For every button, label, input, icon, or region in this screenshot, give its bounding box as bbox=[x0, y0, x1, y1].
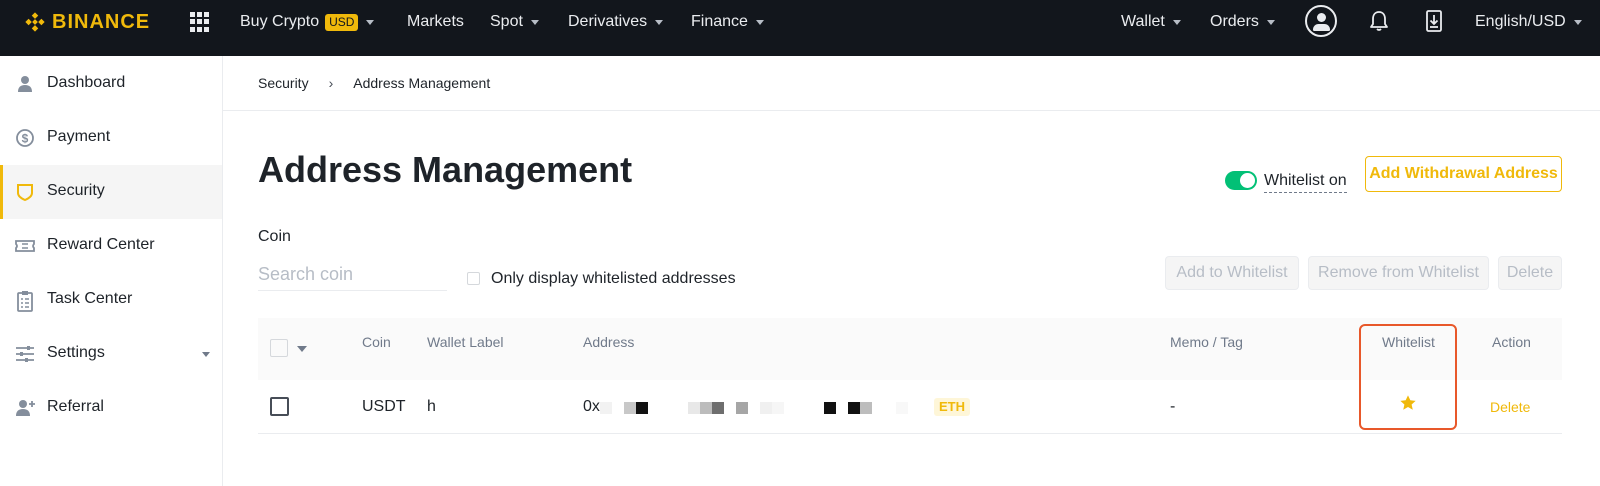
nav-orders[interactable]: Orders bbox=[1210, 12, 1275, 32]
nav-spot[interactable]: Spot bbox=[490, 12, 539, 32]
delete-selected-button[interactable]: Delete bbox=[1498, 256, 1562, 290]
svg-text:$: $ bbox=[22, 132, 29, 146]
whitelist-toggle-label[interactable]: Whitelist on bbox=[1264, 172, 1347, 193]
sliders-icon bbox=[14, 344, 36, 364]
row-delete-link[interactable]: Delete bbox=[1490, 399, 1530, 415]
shield-icon bbox=[14, 182, 36, 202]
dollar-icon: $ bbox=[14, 128, 36, 148]
nav-finance-label: Finance bbox=[691, 13, 748, 30]
nav-finance[interactable]: Finance bbox=[691, 12, 764, 32]
profile-icon[interactable] bbox=[1305, 5, 1337, 37]
user-icon bbox=[14, 74, 36, 94]
nav-wallet-label: Wallet bbox=[1121, 13, 1165, 30]
sidebar-item-label: Dashboard bbox=[47, 74, 126, 91]
add-user-icon bbox=[14, 398, 36, 418]
network-tag: ETH bbox=[934, 398, 970, 416]
chevron-down-icon bbox=[1172, 19, 1181, 25]
nav-markets-label: Markets bbox=[407, 13, 464, 30]
header-divider bbox=[223, 110, 1600, 111]
chevron-down-icon bbox=[755, 19, 764, 25]
nav-wallet[interactable]: Wallet bbox=[1121, 12, 1181, 32]
redacted-address bbox=[600, 402, 908, 414]
sidebar-item-label: Referral bbox=[47, 398, 104, 415]
sidebar-item-reward-center[interactable]: Reward Center bbox=[0, 219, 222, 273]
breadcrumb: Security › Address Management bbox=[258, 75, 490, 91]
sidebar-item-payment[interactable]: $ Payment bbox=[0, 111, 222, 165]
whitelist-column-highlight bbox=[1359, 324, 1457, 430]
sidebar-item-label: Settings bbox=[47, 344, 105, 361]
add-withdrawal-address-button[interactable]: Add Withdrawal Address bbox=[1365, 156, 1562, 192]
row-checkbox[interactable] bbox=[270, 397, 289, 416]
sidebar-item-label: Task Center bbox=[47, 290, 133, 307]
sidebar-item-dashboard[interactable]: Dashboard bbox=[0, 57, 222, 111]
nav-spot-label: Spot bbox=[490, 13, 523, 30]
sidebar-item-label: Reward Center bbox=[47, 236, 155, 253]
sidebar: Dashboard $ Payment Security Reward Cent… bbox=[0, 56, 223, 486]
sidebar-item-task-center[interactable]: Task Center bbox=[0, 273, 222, 327]
clipboard-icon bbox=[14, 290, 36, 312]
binance-logo[interactable]: BINANCE bbox=[24, 9, 150, 35]
nav-derivatives-label: Derivatives bbox=[568, 13, 648, 30]
bell-icon[interactable] bbox=[1369, 10, 1389, 32]
remove-from-whitelist-button[interactable]: Remove from Whitelist bbox=[1308, 256, 1489, 290]
top-navbar: BINANCE Buy Crypto USD Markets Spot Deri… bbox=[0, 0, 1600, 56]
whitelist-toggle[interactable] bbox=[1225, 171, 1257, 190]
column-header-coin: Coin bbox=[362, 334, 391, 350]
page-title: Address Management bbox=[258, 149, 633, 190]
nav-orders-label: Orders bbox=[1210, 13, 1259, 30]
row-wallet-label: h bbox=[427, 398, 436, 415]
chevron-right-icon: › bbox=[328, 75, 334, 91]
chevron-down-icon bbox=[366, 19, 375, 25]
column-header-memo-tag: Memo / Tag bbox=[1170, 334, 1243, 350]
ticket-icon bbox=[14, 236, 36, 256]
sidebar-item-label: Payment bbox=[47, 128, 111, 145]
row-coin: USDT bbox=[362, 398, 406, 415]
brand-name: BINANCE bbox=[52, 10, 151, 33]
sidebar-item-label: Security bbox=[47, 182, 105, 199]
usd-badge: USD bbox=[325, 13, 359, 31]
breadcrumb-security-link[interactable]: Security bbox=[258, 75, 309, 91]
language-selector[interactable]: English/USD bbox=[1475, 12, 1582, 32]
chevron-down-icon bbox=[1266, 19, 1275, 25]
chevron-down-icon[interactable] bbox=[297, 346, 307, 352]
nav-derivatives[interactable]: Derivatives bbox=[568, 12, 664, 32]
sidebar-item-security[interactable]: Security bbox=[0, 165, 222, 219]
search-coin-input[interactable] bbox=[258, 258, 447, 291]
nav-buy-crypto[interactable]: Buy Crypto USD bbox=[240, 12, 375, 32]
coin-filter-label: Coin bbox=[258, 228, 291, 245]
chevron-down-icon bbox=[202, 352, 210, 357]
select-all-checkbox[interactable] bbox=[270, 339, 288, 357]
chevron-down-icon bbox=[530, 19, 539, 25]
column-header-action: Action bbox=[1492, 334, 1531, 350]
nav-buy-crypto-label: Buy Crypto bbox=[240, 13, 320, 30]
sidebar-item-referral[interactable]: Referral bbox=[0, 381, 222, 435]
row-memo: - bbox=[1170, 398, 1176, 415]
add-to-whitelist-button[interactable]: Add to Whitelist bbox=[1165, 256, 1299, 290]
row-address: 0x bbox=[583, 398, 600, 415]
binance-logo-icon bbox=[24, 11, 46, 33]
only-whitelisted-checkbox[interactable] bbox=[467, 272, 480, 285]
sidebar-item-settings[interactable]: Settings bbox=[0, 327, 222, 381]
apps-grid-icon[interactable] bbox=[190, 12, 210, 32]
nav-markets[interactable]: Markets bbox=[407, 12, 464, 32]
breadcrumb-current: Address Management bbox=[353, 75, 491, 91]
language-label: English/USD bbox=[1475, 13, 1566, 30]
column-header-wallet-label: Wallet Label bbox=[427, 334, 504, 350]
chevron-down-icon bbox=[655, 19, 664, 25]
download-icon[interactable] bbox=[1425, 10, 1443, 32]
chevron-down-icon bbox=[1573, 19, 1582, 25]
only-whitelisted-label[interactable]: Only display whitelisted addresses bbox=[491, 270, 736, 288]
column-header-address: Address bbox=[583, 334, 635, 350]
